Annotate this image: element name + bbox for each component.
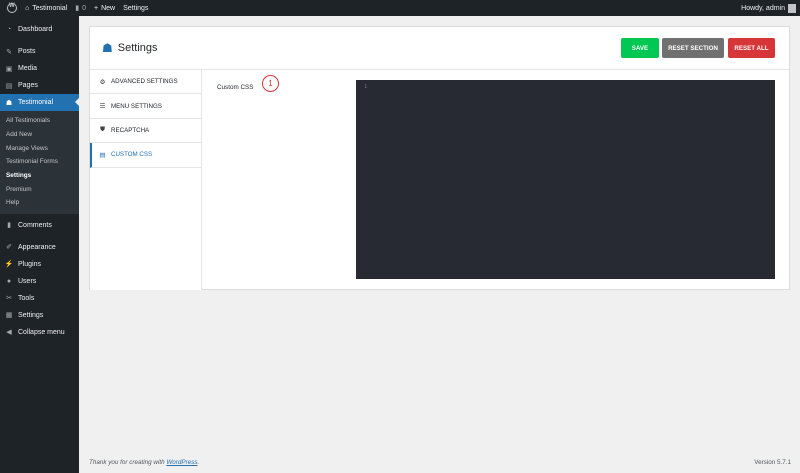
settings-link[interactable]: Settings (119, 0, 152, 16)
submenu-item-testimonial-forms[interactable]: Testimonial Forms (0, 155, 79, 169)
settings-link-label: Settings (123, 4, 149, 12)
admin-sidebar: ◔ Dashboard ✎ Posts ▣ Media ▤ Pages ☗ Te… (0, 16, 79, 473)
reset-section-button[interactable]: RESET SECTION (662, 38, 724, 58)
settings-icon: ▦ (5, 312, 13, 320)
sidebar-item-label: Users (18, 277, 37, 285)
sidebar-item-label: Collapse menu (18, 328, 65, 336)
sidebar-item-label: Plugins (18, 260, 41, 268)
sidebar-item-label: Appearance (18, 243, 56, 251)
comments-link[interactable]: ▮ 0 (71, 0, 90, 16)
avatar (788, 3, 796, 13)
tab-label: RECAPTCHA (111, 126, 150, 134)
custom-css-editor[interactable]: 1 (356, 80, 775, 279)
collapse-menu-button[interactable]: ◀ Collapse menu (0, 324, 79, 341)
footer-thanks-suffix: . (197, 459, 200, 466)
wordpress-logo-icon (7, 3, 17, 13)
sidebar-item-pages[interactable]: ▤ Pages (0, 77, 79, 94)
sidebar-item-label: Posts (18, 48, 36, 55)
footer-thanks: Thank you for creating with WordPress. (89, 459, 199, 466)
sidebar-item-appearance[interactable]: ✐ Appearance (0, 239, 79, 256)
page-icon: ▤ (5, 82, 13, 90)
tab-label: CUSTOM CSS (111, 151, 153, 159)
sidebar-item-users[interactable]: ● Users (0, 273, 79, 290)
submenu-item-manage-views[interactable]: Manage Views (0, 141, 79, 155)
settings-title-icon: ☗ (102, 41, 113, 55)
editor-line-number: 1 (364, 84, 368, 90)
sidebar-item-settings[interactable]: ▦ Settings (0, 307, 79, 324)
sidebar-item-testimonial[interactable]: ☗ Testimonial (0, 94, 79, 111)
media-icon: ▣ (5, 65, 13, 73)
tab-menu-settings[interactable]: ☰ MENU SETTINGS (90, 94, 201, 119)
step-number-badge: 1 (262, 75, 279, 92)
sidebar-item-media[interactable]: ▣ Media (0, 60, 79, 77)
plugin-icon: ⚡ (4, 261, 14, 269)
account-menu[interactable]: Howdy, admin (737, 0, 800, 16)
pin-icon: ✎ (6, 48, 12, 56)
greeting-label: Howdy, admin (741, 4, 785, 12)
sidebar-item-comments[interactable]: ▮ Comments (0, 217, 79, 234)
site-name-label: Testimonial (32, 4, 68, 12)
tab-label: ADVANCED SETTINGS (111, 78, 178, 86)
wordpress-logo-menu[interactable] (0, 0, 21, 16)
new-label: New (101, 4, 116, 12)
gears-icon: ⚙ (99, 78, 106, 86)
sidebar-item-label: Testimonial (18, 99, 54, 106)
css-icon: ▤ (99, 151, 106, 159)
sidebar-item-plugins[interactable]: ⚡ Plugins (0, 256, 79, 273)
page-title: Settings (117, 42, 158, 54)
custom-css-label: Custom CSS (217, 84, 254, 91)
user-icon: ● (6, 277, 12, 285)
comment-bubble-icon: ▮ (75, 5, 80, 12)
footer-thanks-text: Thank you for creating with (89, 459, 167, 466)
settings-tabs: ⚙ ADVANCED SETTINGS ☰ MENU SETTINGS ⛊ RE… (90, 70, 202, 290)
sidebar-item-tools[interactable]: ✂ Tools (0, 290, 79, 307)
tab-recaptcha[interactable]: ⛊ RECAPTCHA (90, 119, 201, 144)
comments-count: 0 (82, 4, 87, 12)
sidebar-item-label: Settings (18, 311, 44, 319)
save-button[interactable]: SAVE (621, 38, 659, 58)
admin-bar: ⌂ Testimonial ▮ 0 + New Settings Howdy, … (0, 0, 800, 16)
sidebar-item-label: Comments (18, 221, 52, 229)
collapse-icon: ◀ (6, 329, 12, 337)
tab-label: MENU SETTINGS (111, 102, 162, 110)
brush-icon: ✐ (6, 244, 12, 252)
submenu-item-all-testimonials[interactable]: All Testimonials (0, 114, 79, 128)
sidebar-item-posts[interactable]: ✎ Posts (0, 43, 79, 60)
footer-version: Version 5.7.1 (754, 459, 791, 466)
plus-icon: + (94, 4, 99, 12)
reset-all-button[interactable]: RESET ALL (728, 38, 775, 58)
testimonial-submenu: All Testimonials Add New Manage Views Te… (0, 111, 79, 214)
editor-gutter (356, 80, 370, 279)
dashboard-icon: ◔ (6, 26, 12, 33)
submenu-item-settings[interactable]: Settings (0, 169, 79, 183)
shield-icon: ⛊ (100, 126, 105, 134)
sidebar-item-label: Tools (18, 294, 35, 302)
submenu-item-help[interactable]: Help (0, 196, 79, 210)
sidebar-item-dashboard[interactable]: ◔ Dashboard (0, 21, 79, 38)
sidebar-item-label: Dashboard (18, 26, 53, 33)
home-icon: ⌂ (25, 4, 30, 12)
tab-content: Custom CSS 1 1 (202, 70, 789, 290)
site-name-link[interactable]: ⌂ Testimonial (21, 0, 71, 16)
new-content-link[interactable]: + New (90, 0, 119, 16)
tab-advanced-settings[interactable]: ⚙ ADVANCED SETTINGS (90, 70, 201, 95)
tab-custom-css[interactable]: ▤ CUSTOM CSS (90, 143, 201, 168)
settings-panel: ☗ Settings SAVE RESET SECTION RESET ALL … (89, 26, 790, 290)
submenu-item-add-new[interactable]: Add New (0, 128, 79, 142)
menu-icon: ☰ (99, 103, 106, 111)
wrench-icon: ✂ (6, 295, 12, 303)
wordpress-link[interactable]: WordPress (166, 459, 197, 466)
sidebar-item-label: Pages (18, 82, 38, 89)
submenu-item-premium[interactable]: Premium (0, 182, 79, 196)
comment-icon: ▮ (7, 222, 11, 230)
sidebar-item-label: Media (18, 65, 38, 72)
users-icon: ☗ (5, 99, 13, 107)
